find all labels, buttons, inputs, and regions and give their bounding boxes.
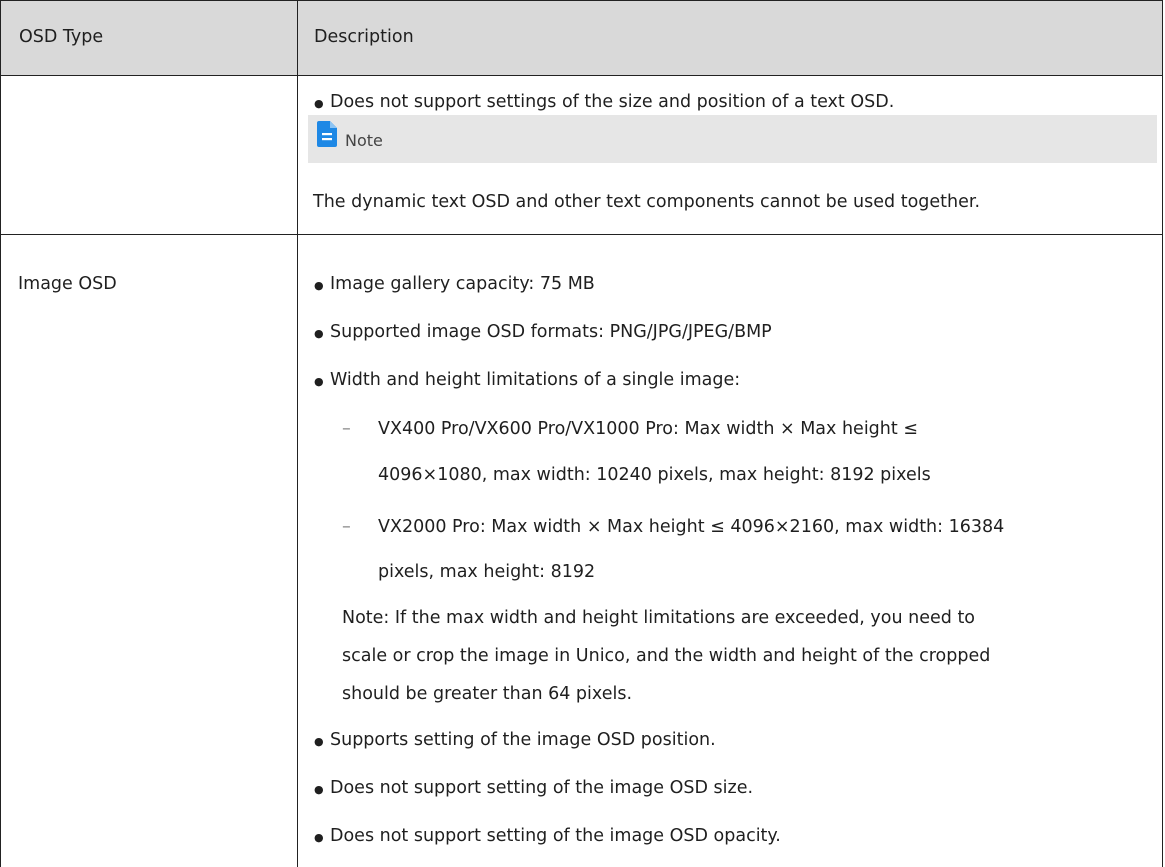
list-item: Supported image OSD formats: PNG/JPG/JPE…	[314, 322, 772, 342]
dash-marker: –	[342, 517, 351, 537]
note-line: Note: If the max width and height limita…	[342, 608, 976, 628]
sub-item-line: VX400 Pro/VX600 Pro/VX1000 Pro: Max widt…	[378, 419, 918, 439]
sub-item-line: pixels, max height: 8192	[378, 562, 596, 582]
dash-marker: –	[342, 419, 351, 439]
osd-type-table: OSD Type Description Does not support se…	[0, 0, 1165, 867]
note-document-icon	[317, 121, 337, 147]
header-description: Description	[314, 27, 414, 47]
table-header-row: OSD Type Description	[0, 0, 1163, 76]
column-divider	[297, 0, 298, 867]
note-line: should be greater than 64 pixels.	[342, 684, 633, 704]
list-item: Does not support setting of the image OS…	[314, 778, 753, 798]
list-item: Does not support setting of the image OS…	[314, 826, 781, 846]
note-label: Note	[345, 131, 383, 150]
table-border-left	[0, 0, 1, 867]
list-item: Supports setting of the image OSD positi…	[314, 730, 716, 750]
list-item: Does not support settings of the size an…	[314, 92, 894, 112]
list-item: Image gallery capacity: 75 MB	[314, 274, 595, 294]
sub-item-line: 4096×1080, max width: 10240 pixels, max …	[378, 465, 931, 485]
header-osd-type: OSD Type	[19, 27, 104, 47]
note-text: The dynamic text OSD and other text comp…	[313, 192, 981, 212]
row-divider	[0, 234, 1163, 235]
note-line: scale or crop the image in Unico, and th…	[342, 646, 991, 666]
note-bar	[308, 115, 1157, 163]
osd-type-label: Image OSD	[18, 274, 117, 294]
sub-item-line: VX2000 Pro: Max width × Max height ≤ 409…	[378, 517, 1005, 537]
table-border-right	[1162, 0, 1163, 867]
list-item: Width and height limitations of a single…	[314, 370, 740, 390]
